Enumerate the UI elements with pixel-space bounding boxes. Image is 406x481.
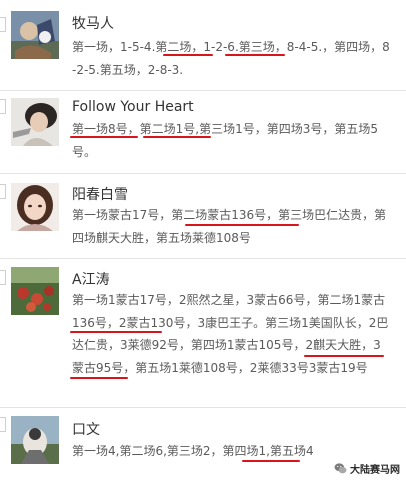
comment-text: 第一场8号，第二场1号,第三场1号，第四场3号，第五场5号。 xyxy=(72,122,378,159)
comment-text: 第一场1蒙古17号，2熙然之星，3蒙古66号，第二场1蒙古136号，2蒙古130… xyxy=(72,293,389,375)
highlight-underline xyxy=(70,331,162,333)
highlight-underline xyxy=(70,136,138,138)
highlight-underline xyxy=(225,54,285,56)
highlight-underline xyxy=(163,54,213,56)
avatar[interactable] xyxy=(11,98,59,146)
user-name[interactable]: A江涛 xyxy=(72,269,110,289)
select-checkbox[interactable] xyxy=(0,17,6,32)
avatar[interactable] xyxy=(11,416,59,464)
user-name[interactable]: Follow Your Heart xyxy=(72,99,194,115)
select-checkbox[interactable] xyxy=(0,184,6,199)
comment-item: A江涛 第一场1蒙古17号，2熙然之星，3蒙古66号，第二场1蒙古136号，2蒙… xyxy=(0,259,406,407)
wechat-icon xyxy=(334,463,347,474)
user-name[interactable]: 阳春白雪 xyxy=(72,184,128,204)
watermark: 大陆赛马网 xyxy=(334,461,400,476)
watermark-text: 大陆赛马网 xyxy=(350,465,400,476)
avatar[interactable] xyxy=(11,183,59,231)
highlight-underline xyxy=(143,136,211,138)
select-checkbox[interactable] xyxy=(0,99,6,114)
user-name[interactable]: 口文 xyxy=(72,419,100,439)
user-name[interactable]: 牧马人 xyxy=(72,13,114,33)
comment-text: 第一场，1-5-4.第二场，1-2-6.第三场，8-4-5.，第四场，8-2-5… xyxy=(72,40,390,77)
select-checkbox[interactable] xyxy=(0,417,6,432)
avatar[interactable] xyxy=(11,267,59,315)
highlight-underline xyxy=(70,377,128,379)
comment-item: Follow Your Heart 第一场8号，第二场1号,第三场1号，第四场3… xyxy=(0,91,406,173)
comment-text: 第一场蒙古17号，第二场蒙古136号，第三场巴仁达贵，第四场麒天大胜，第五场莱德… xyxy=(72,208,387,245)
highlight-underline xyxy=(185,224,299,226)
avatar[interactable] xyxy=(11,11,59,59)
select-checkbox[interactable] xyxy=(0,270,6,285)
comment-text: 第一场4,第二场6,第三场2，第四场1,第五场4 xyxy=(72,444,314,458)
highlight-underline xyxy=(242,460,300,462)
highlight-underline xyxy=(304,355,384,357)
comment-item: 阳春白雪 第一场蒙古17号，第二场蒙古136号，第三场巴仁达贵，第四场麒天大胜，… xyxy=(0,174,406,258)
comment-item: 牧马人 第一场，1-5-4.第二场，1-2-6.第三场，8-4-5.，第四场，8… xyxy=(0,0,406,90)
